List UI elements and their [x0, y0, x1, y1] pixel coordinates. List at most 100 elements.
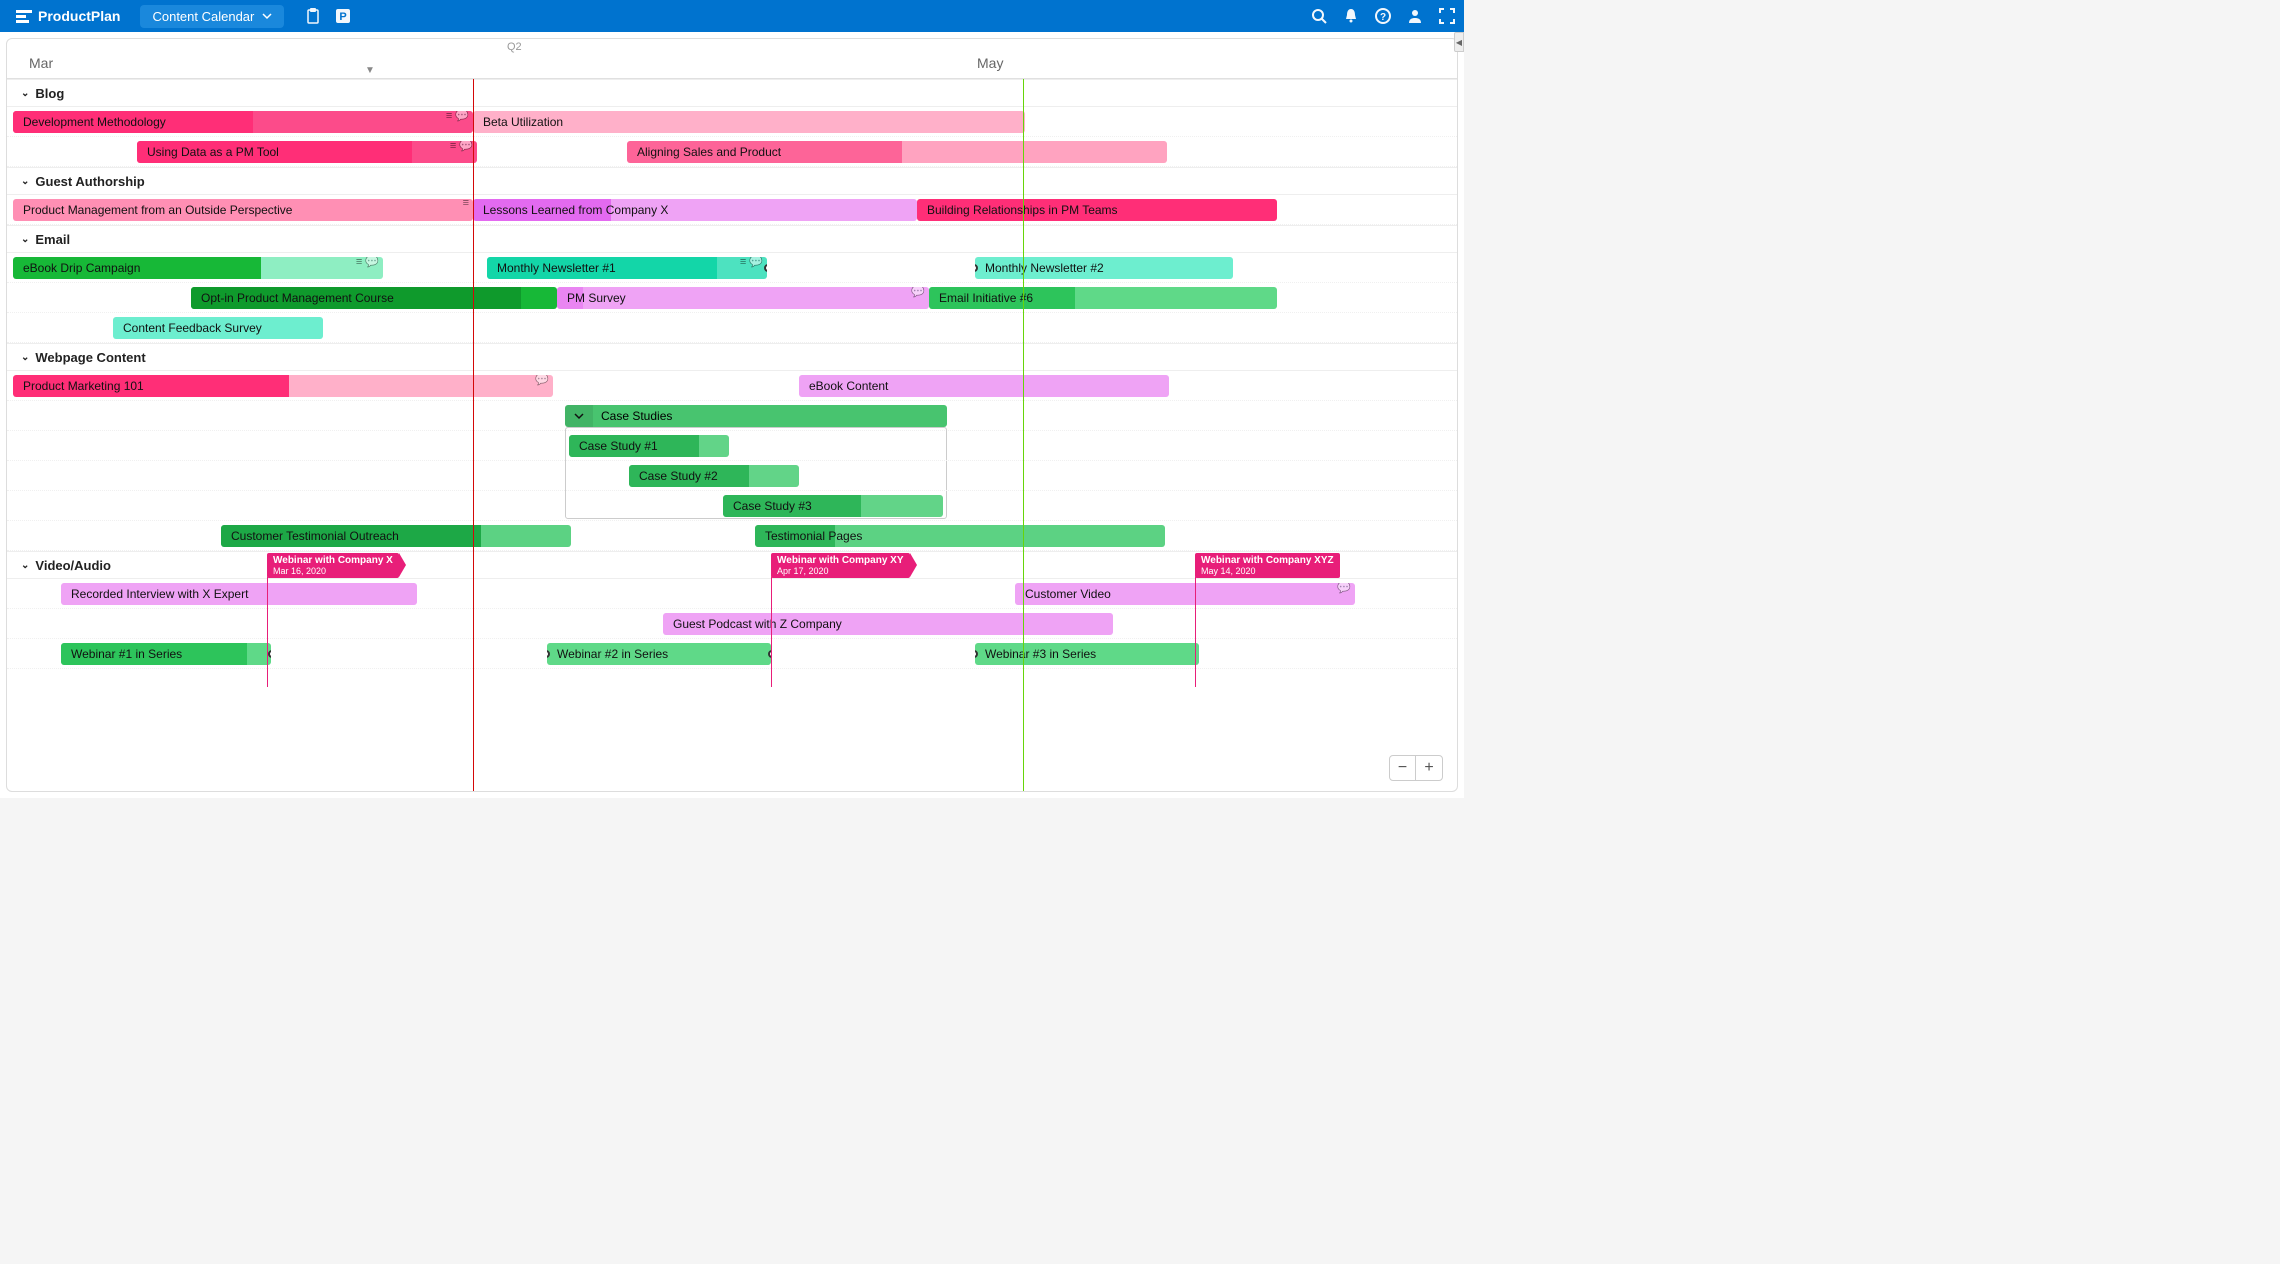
bar-news1[interactable]: Monthly Newsletter #1 ≡ 💬 [487, 257, 767, 279]
bar-label: Guest Podcast with Z Company [673, 617, 842, 631]
caret-down-icon: ⌄ [21, 176, 29, 187]
zoom-out-button[interactable]: − [1390, 756, 1416, 780]
bar-label: Monthly Newsletter #1 [497, 261, 616, 275]
bar-dev-method[interactable]: Development Methodology ≡ 💬 [13, 111, 473, 133]
lane-row: Customer Testimonial Outreach Testimonial… [7, 521, 1457, 551]
app-name: ProductPlan [38, 8, 120, 24]
bar-indicator-icons: ≡ 💬 [446, 111, 469, 122]
bar-email-init6[interactable]: Email Initiative #6 [929, 287, 1277, 309]
parking-icon[interactable]: P [334, 7, 352, 25]
bar-label: Lessons Learned from Company X [483, 203, 668, 217]
bar-cust-vid[interactable]: Customer Video💬 [1015, 583, 1355, 605]
bar-indicator-icons: ≡ [463, 199, 469, 209]
user-icon[interactable] [1406, 7, 1424, 25]
bar-ebook-drip[interactable]: eBook Drip Campaign≡ 💬 [13, 257, 383, 279]
bar-web2[interactable]: Webinar #2 in Series [547, 643, 771, 665]
bar-label: Using Data as a PM Tool [147, 145, 279, 159]
bar-pm101[interactable]: Product Marketing 101💬 [13, 375, 553, 397]
link-dot-icon[interactable] [764, 264, 767, 272]
help-icon[interactable]: ? [1374, 7, 1392, 25]
bar-test-pages[interactable]: Testimonial Pages [755, 525, 1165, 547]
bar-label: eBook Content [809, 379, 888, 393]
bar-label: Case Study #1 [579, 439, 658, 453]
lane-row: Case Study #2 [7, 461, 1457, 491]
bar-label: Recorded Interview with X Expert [71, 587, 248, 601]
bar-news2[interactable]: Monthly Newsletter #2 [975, 257, 1233, 279]
bar-label: Development Methodology [23, 115, 166, 129]
bar-label: Aligning Sales and Product [637, 145, 781, 159]
month-label-mar: Mar [29, 55, 53, 71]
sub-milestone-title: Webinar with Company XYZ [1201, 555, 1334, 566]
bar-label: Case Study #2 [639, 469, 718, 483]
lane-row: Product Management from an Outside Persp… [7, 195, 1457, 225]
fullscreen-icon[interactable] [1438, 7, 1456, 25]
clipboard-icon[interactable] [304, 7, 322, 25]
bar-cust-test[interactable]: Customer Testimonial Outreach [221, 525, 571, 547]
toolbar-right: ? [1310, 7, 1456, 25]
lane-title: Webpage Content [35, 350, 145, 365]
sub-milestone[interactable]: Webinar with Company XYApr 17, 2020 [771, 553, 910, 578]
bar-label: Case Studies [593, 409, 672, 423]
lane-header[interactable]: ⌄ Email [7, 225, 1457, 253]
bar-label: Case Study #3 [733, 499, 812, 513]
bar-ebook-content[interactable]: eBook Content [799, 375, 1169, 397]
caret-down-icon: ⌄ [21, 234, 29, 245]
lane-title: Blog [35, 86, 64, 101]
bar-pm-outside[interactable]: Product Management from an Outside Persp… [13, 199, 473, 221]
svg-text:?: ? [1380, 12, 1386, 23]
quarter-label: Q2 [507, 41, 522, 53]
bar-indicator-icons: 💬 [1337, 583, 1351, 594]
bar-lessons-x[interactable]: Lessons Learned from Company X [473, 199, 917, 221]
caret-down-icon: ⌄ [21, 560, 29, 571]
bar-indicator-icons: ≡ 💬 [356, 257, 379, 268]
bar-optin-pm[interactable]: Opt-in Product Management Course [191, 287, 557, 309]
bar-rec-int[interactable]: Recorded Interview with X Expert [61, 583, 417, 605]
bell-icon[interactable] [1342, 7, 1360, 25]
bar-web3[interactable]: Webinar #3 in Series [975, 643, 1199, 665]
lane-row: Using Data as a PM Tool≡ 💬 Aligning Sales… [7, 137, 1457, 167]
bar-cs1[interactable]: Case Study #1 [569, 435, 729, 457]
toolbar-left: P [304, 7, 352, 25]
sidebar-toggle[interactable]: ◀ [1454, 32, 1464, 52]
search-icon[interactable] [1310, 7, 1328, 25]
lane-row: Case Study #1 [7, 431, 1457, 461]
bar-cs3[interactable]: Case Study #3 [723, 495, 943, 517]
app-logo[interactable]: ProductPlan [8, 8, 128, 24]
bar-data-pm[interactable]: Using Data as a PM Tool≡ 💬 [137, 141, 477, 163]
lane-header[interactable]: ⌄ Webpage Content [7, 343, 1457, 371]
lane-row: Case Study #3 [7, 491, 1457, 521]
lane-title: Email [35, 232, 70, 247]
container-bar-case-studies[interactable]: Case Studies [565, 405, 947, 427]
bar-cs2[interactable]: Case Study #2 [629, 465, 799, 487]
productplan-logo-icon [16, 8, 32, 24]
bar-build-rel[interactable]: Building Relationships in PM Teams [917, 199, 1277, 221]
lane-header[interactable]: ⌄Guest Authorship [7, 167, 1457, 195]
bar-indicator-icons: 💬 [911, 287, 925, 298]
bar-beta-util[interactable]: Beta Utilization [473, 111, 1025, 133]
link-dot-icon[interactable] [975, 264, 978, 272]
lane-row: Recorded Interview with X Expert Customer… [7, 579, 1457, 609]
bar-guest-pod[interactable]: Guest Podcast with Z Company [663, 613, 1113, 635]
chevron-down-icon[interactable]: ▼ [365, 65, 375, 76]
bar-label: Webinar #2 in Series [557, 647, 668, 661]
caret-down-icon: ⌄ [21, 352, 29, 363]
plan-selector[interactable]: Content Calendar [140, 5, 284, 28]
bar-web1[interactable]: Webinar #1 in Series [61, 643, 271, 665]
zoom-in-button[interactable]: + [1416, 756, 1442, 780]
sub-milestone-date: May 14, 2020 [1201, 566, 1334, 576]
bar-label: Product Marketing 101 [23, 379, 144, 393]
sub-milestone[interactable]: Webinar with Company XYZMay 14, 2020 [1195, 553, 1340, 578]
bar-pm-survey[interactable]: PM Survey 💬 [557, 287, 929, 309]
bar-label: PM Survey [567, 291, 626, 305]
link-dot-icon[interactable] [547, 650, 550, 658]
link-dot-icon[interactable] [268, 650, 271, 658]
sub-milestone[interactable]: Webinar with Company XMar 16, 2020 [267, 553, 399, 578]
zoom-controls: − + [1389, 755, 1443, 781]
top-bar: ProductPlan Content Calendar P ? [0, 0, 1464, 32]
bar-align-sales[interactable]: Aligning Sales and Product [627, 141, 1167, 163]
lane-header[interactable]: ⌄Blog [7, 79, 1457, 107]
link-dot-icon[interactable] [975, 650, 978, 658]
bar-content-fb[interactable]: Content Feedback Survey [113, 317, 323, 339]
bar-indicator-icons: ≡ 💬 [740, 257, 763, 268]
collapse-icon[interactable] [565, 405, 593, 427]
